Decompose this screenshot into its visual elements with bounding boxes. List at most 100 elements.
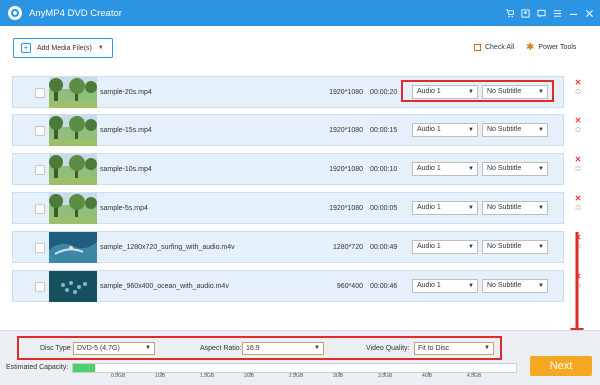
video-thumbnail [49, 232, 97, 263]
subtitle-select[interactable]: No Subtitle ▼ [482, 123, 548, 137]
close-icon[interactable] [582, 6, 596, 20]
menu-icon[interactable] [550, 6, 564, 20]
file-duration: 00:00:46 [370, 283, 398, 290]
video-quality-select[interactable]: Fit to Disc ▼ [414, 342, 494, 355]
list-item[interactable]: sample_960x400_ocean_with_audio.m4v 960*… [12, 270, 564, 302]
chevron-down-icon[interactable]: ﹀ [573, 209, 583, 215]
audio-track-select[interactable]: Audio 1 ▼ [412, 240, 478, 254]
chevron-down-icon[interactable]: ﹀ [573, 170, 583, 176]
video-thumbnail [49, 77, 97, 108]
arrow-down-icon [570, 232, 584, 342]
row-checkbox[interactable] [35, 88, 45, 98]
file-duration: 00:00:05 [370, 205, 398, 212]
disc-type-value: DVD-5 (4.7G) [77, 345, 120, 352]
audio-track-value: Audio 1 [417, 204, 441, 211]
title-bar: AnyMP4 DVD Creator [0, 0, 600, 26]
subtitle-value: No Subtitle [487, 243, 522, 250]
chevron-down-icon: ▼ [468, 244, 474, 250]
row-checkbox[interactable] [35, 165, 45, 175]
file-resolution: 1920*1080 [329, 127, 363, 134]
window-controls [500, 0, 596, 26]
file-resolution: 1920*1080 [329, 89, 363, 96]
settings-bar: Disc Type DVD-5 (4.7G) ▼ Aspect Ratio: 16… [0, 330, 600, 385]
aspect-ratio-value: 16:9 [246, 345, 260, 352]
audio-track-select[interactable]: Audio 1 ▼ [412, 162, 478, 176]
list-item[interactable]: sample-5s.mp4 1920*1080 00:00:05 Audio 1… [12, 192, 564, 224]
file-resolution: 1920*1080 [329, 205, 363, 212]
row-controls: ✕︿﹀ [573, 78, 583, 99]
list-item[interactable]: sample_1280x720_surfing_with_audio.m4v 1… [12, 231, 564, 263]
row-checkbox[interactable] [35, 243, 45, 253]
chevron-down-icon: ▼ [468, 283, 474, 289]
check-all-checkbox[interactable]: Check All [474, 44, 514, 51]
delete-icon[interactable]: ✕ [573, 78, 583, 87]
delete-icon[interactable]: ✕ [573, 155, 583, 164]
minimize-icon[interactable] [566, 6, 580, 20]
toolbar: + Add Media File(s) ▼ Check All ✱ Power … [0, 26, 600, 72]
checkbox-icon[interactable] [474, 44, 481, 51]
add-media-label: Add Media File(s) [37, 44, 92, 52]
row-checkbox[interactable] [35, 204, 45, 214]
file-resolution: 1280*720 [333, 244, 363, 251]
subtitle-value: No Subtitle [487, 165, 522, 172]
chevron-down-icon: ▼ [538, 205, 544, 211]
file-duration: 00:00:15 [370, 127, 398, 134]
capacity-fill [73, 364, 95, 372]
power-tools-button[interactable]: ✱ Power Tools [526, 42, 576, 53]
tools-icon: ✱ [526, 42, 535, 53]
list-item[interactable]: sample-15s.mp4 1920*1080 00:00:15 Audio … [12, 114, 564, 146]
chevron-down-icon[interactable]: ﹀ [573, 131, 583, 137]
video-thumbnail [49, 271, 97, 302]
video-quality-value: Fit to Disc [418, 345, 450, 352]
check-all-label: Check All [485, 44, 515, 51]
delete-icon[interactable]: ✕ [573, 194, 583, 203]
user-icon[interactable] [518, 6, 532, 20]
add-media-button[interactable]: + Add Media File(s) ▼ [13, 38, 113, 58]
capacity-tick-label: 3GB [333, 373, 344, 379]
subtitle-value: No Subtitle [487, 282, 522, 289]
list-item[interactable]: sample-10s.mp4 1920*1080 00:00:10 Audio … [12, 153, 564, 185]
chevron-down-icon[interactable]: ﹀ [573, 93, 583, 99]
file-name: sample-5s.mp4 [100, 205, 148, 212]
feedback-icon[interactable] [534, 6, 548, 20]
row-controls: ✕︿﹀ [573, 194, 583, 215]
capacity-tick-label: 0.5GB [111, 373, 126, 379]
audio-track-select[interactable]: Audio 1 ▼ [412, 201, 478, 215]
video-thumbnail [49, 154, 97, 185]
power-tools-label: Power Tools [538, 44, 577, 51]
chevron-down-icon: ▼ [538, 283, 544, 289]
chevron-down-icon[interactable]: ▼ [98, 45, 104, 51]
file-name: sample_1280x720_surfing_with_audio.m4v [100, 244, 235, 251]
subtitle-select[interactable]: No Subtitle ▼ [482, 240, 548, 254]
capacity-tick-label: 1.5GB [200, 373, 215, 379]
audio-track-value: Audio 1 [417, 126, 441, 133]
video-thumbnail [49, 193, 97, 224]
aspect-ratio-select[interactable]: 16:9 ▼ [242, 342, 324, 355]
chevron-down-icon: ▼ [314, 345, 320, 351]
capacity-tick-label: 4.5GB [467, 373, 482, 379]
video-thumbnail [49, 115, 97, 146]
next-button[interactable]: Next [530, 356, 592, 376]
row-checkbox[interactable] [35, 126, 45, 136]
chevron-down-icon: ▼ [538, 166, 544, 172]
subtitle-value: No Subtitle [487, 126, 522, 133]
subtitle-select[interactable]: No Subtitle ▼ [482, 201, 548, 215]
capacity-tick-label: 4GB [422, 373, 433, 379]
delete-icon[interactable]: ✕ [573, 116, 583, 125]
app-title: AnyMP4 DVD Creator [29, 7, 122, 19]
row-controls: ✕︿﹀ [573, 155, 583, 176]
chevron-down-icon: ▼ [538, 127, 544, 133]
file-duration: 00:00:49 [370, 244, 398, 251]
file-duration: 00:00:10 [370, 166, 398, 173]
subtitle-select[interactable]: No Subtitle ▼ [482, 162, 548, 176]
chevron-down-icon: ▼ [468, 166, 474, 172]
row-checkbox[interactable] [35, 282, 45, 292]
subtitle-select[interactable]: No Subtitle ▼ [482, 279, 548, 293]
audio-track-select[interactable]: Audio 1 ▼ [412, 123, 478, 137]
file-name: sample-10s.mp4 [100, 166, 152, 173]
cart-icon[interactable] [502, 6, 516, 20]
disc-type-select[interactable]: DVD-5 (4.7G) ▼ [73, 342, 155, 355]
file-duration: 00:00:20 [370, 89, 398, 96]
audio-track-select[interactable]: Audio 1 ▼ [412, 279, 478, 293]
disc-type-label: Disc Type [40, 345, 71, 352]
